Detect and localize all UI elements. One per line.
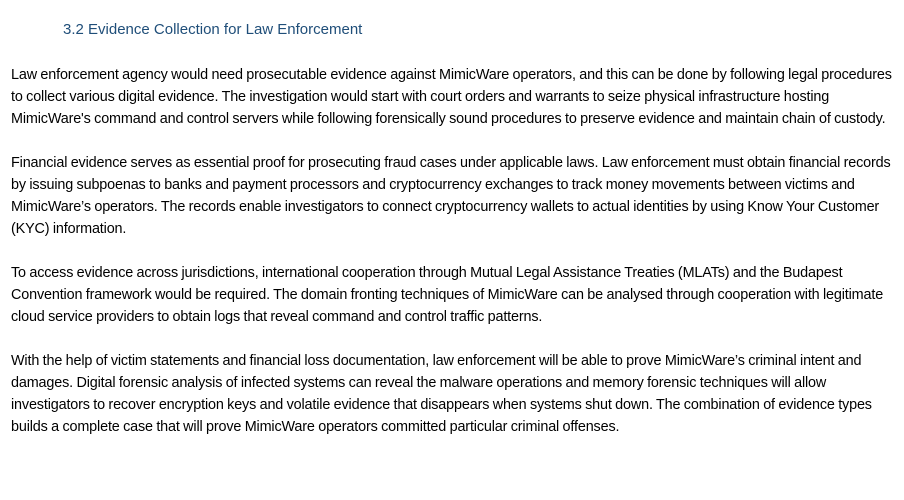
paragraph-4: With the help of victim statements and f… [11,353,872,435]
paragraph-1: Law enforcement agency would need prosec… [11,67,892,127]
section-body: Law enforcement agency would need prosec… [11,64,895,438]
paragraph-3: To access evidence across jurisdictions,… [11,265,884,325]
section-heading: 3.2 Evidence Collection for Law Enforcem… [63,21,363,38]
paragraph-2: Financial evidence serves as essential p… [11,155,891,237]
document-page: 3.2 Evidence Collection for Law Enforcem… [0,0,904,500]
